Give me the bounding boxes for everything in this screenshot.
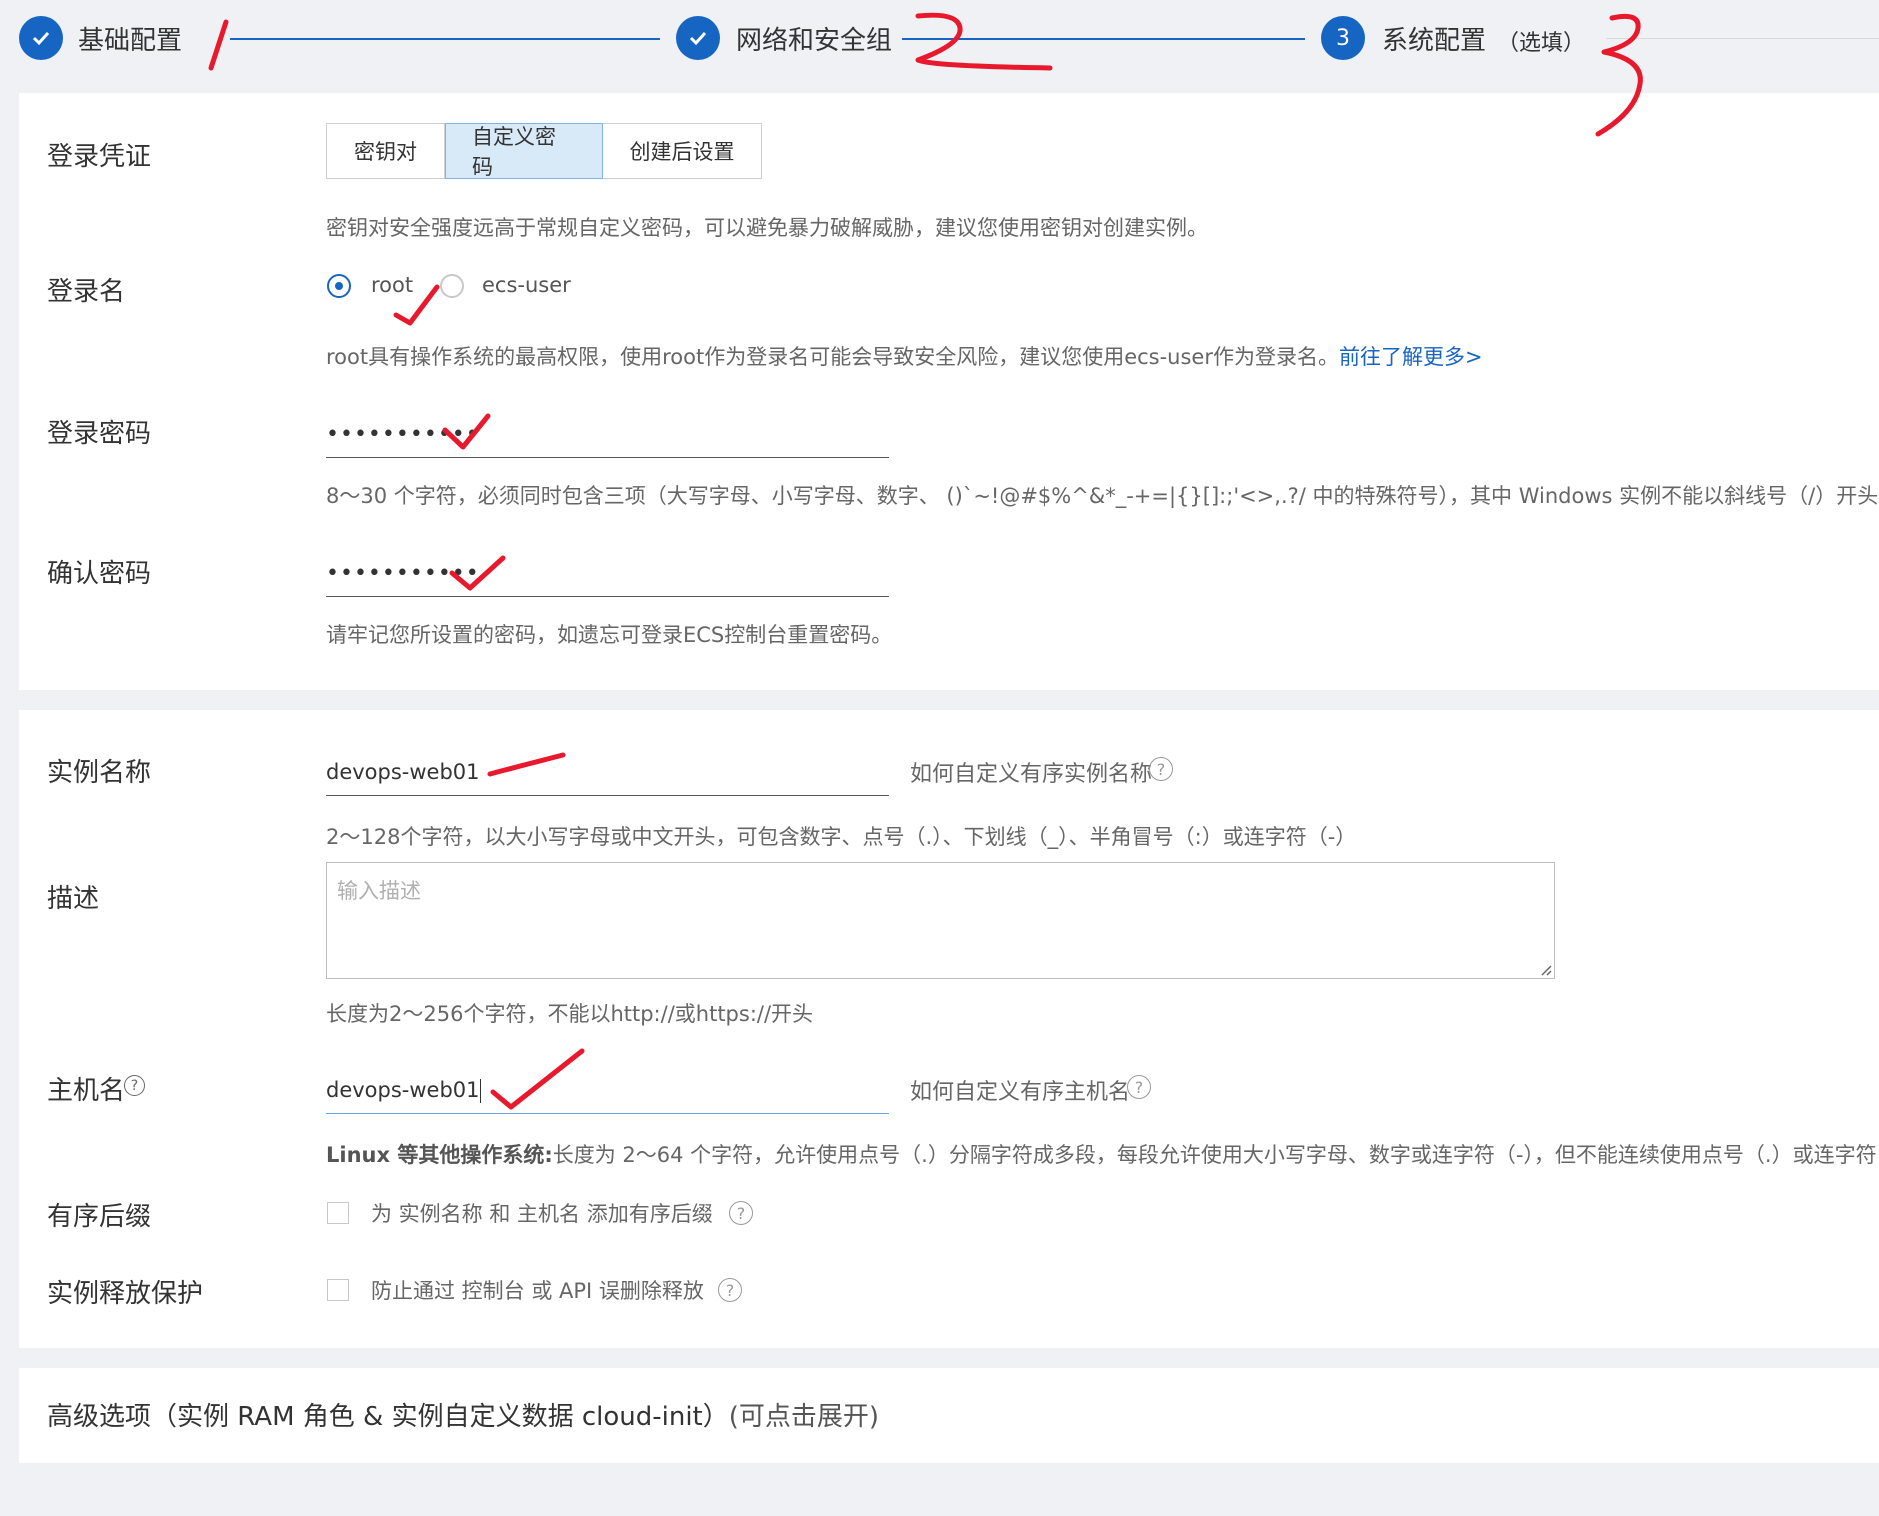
hostname-value: devops-web01 [326,1078,480,1102]
suffix-checkbox-label[interactable]: 为 实例名称 和 主机名 添加有序后缀 [371,1198,713,1228]
text-cursor [479,1079,481,1103]
hostname-input[interactable]: devops-web01 [326,1070,889,1114]
advanced-expand-hint: (可点击展开) [728,1402,880,1432]
step-1-label[interactable]: 基础配置 [78,20,182,57]
step-connector [1606,38,1879,39]
credential-option-custom-password[interactable]: 自定义密码 [445,123,603,179]
hostname-help-icon[interactable]: ? [124,1075,145,1096]
resize-handle-icon[interactable] [1538,962,1552,976]
confirm-password-hint: 请牢记您所设置的密码，如遗忘可登录ECS控制台重置密码。 [326,623,893,647]
password-hint: 8～30 个字符，必须同时包含三项（大写字母、小写字母、数字、 ()`~!@#$… [326,484,1879,508]
username-label: 登录名 [47,277,126,307]
step-3-optional: （选填） [1497,31,1586,56]
step-2-done-icon [676,16,720,60]
step-3-label[interactable]: 系统配置 [1382,20,1486,57]
help-icon[interactable]: ? [729,1201,753,1225]
hostname-label: 主机名 [47,1076,126,1106]
instance-name-help[interactable]: 如何自定义有序实例名称 [910,756,1152,788]
credential-option-keypair[interactable]: 密钥对 [327,124,445,178]
password-label: 登录密码 [47,419,152,449]
hostname-hint: Linux 等其他操作系统:长度为 2～64 个字符，允许使用点号（.）分隔字符… [326,1139,1877,1169]
hostname-hint-text: 长度为 2～64 个字符，允许使用点号（.）分隔字符成多段，每段允许使用大小写字… [552,1143,1877,1167]
release-protect-label: 实例释放保护 [47,1279,204,1309]
step-connector [902,38,1305,40]
help-icon[interactable]: ? [718,1278,742,1302]
step-3-number: 3 [1321,16,1365,60]
release-protect-checkbox[interactable] [327,1279,349,1301]
username-hint-text: root具有操作系统的最高权限，使用root作为登录名可能会导致安全风险，建议您… [326,345,1339,369]
ecs-user-radio-label[interactable]: ecs-user [482,273,571,297]
release-protect-checkbox-label[interactable]: 防止通过 控制台 或 API 误删除释放 [371,1275,704,1305]
confirm-password-label: 确认密码 [47,559,152,589]
description-hint: 长度为2～256个字符，不能以http://或https://开头 [326,1002,814,1026]
credential-hint: 密钥对安全强度远高于常规自定义密码，可以避免暴力破解威胁，建议您使用密钥对创建实… [326,216,1208,240]
ecs-user-radio[interactable] [440,274,464,298]
step-connector [230,38,660,40]
help-icon[interactable]: ? [1127,1075,1151,1099]
confirm-password-input[interactable]: ••••••••••• [326,553,889,597]
credential-segmented: 密钥对 自定义密码 创建后设置 [326,123,762,179]
hostname-help[interactable]: 如何自定义有序主机名 [910,1074,1130,1106]
annotation-number-2 [915,12,1053,71]
root-radio[interactable] [327,274,351,298]
description-placeholder: 输入描述 [337,879,421,903]
instance-name-hint: 2～128个字符，以大小写字母或中文开头，可包含数字、点号（.）、下划线（_）、… [326,825,1357,849]
credential-label: 登录凭证 [47,142,152,172]
login-panel [19,93,1879,690]
annotation-number-1 [208,19,229,71]
hostname-hint-bold: Linux 等其他操作系统: [326,1143,553,1167]
credential-option-later[interactable]: 创建后设置 [603,124,761,178]
suffix-label: 有序后缀 [47,1202,152,1232]
password-input[interactable]: ••••••••••• [326,414,889,458]
instance-name-input[interactable]: devops-web01 [326,752,889,796]
suffix-checkbox[interactable] [327,1202,349,1224]
step-2-label[interactable]: 网络和安全组 [736,20,892,57]
learn-more-link[interactable]: 前往了解更多> [1339,345,1483,369]
advanced-title-text: 高级选项（实例 RAM 角色 & 实例自定义数据 cloud-init） [47,1402,729,1432]
step-1-done-icon [19,16,63,60]
instance-name-label: 实例名称 [47,758,152,788]
instance-panel [19,710,1879,1348]
description-label: 描述 [47,884,100,914]
username-hint: root具有操作系统的最高权限，使用root作为登录名可能会导致安全风险，建议您… [326,341,1483,371]
help-icon[interactable]: ? [1149,757,1173,781]
description-textarea[interactable]: 输入描述 [326,862,1555,979]
root-radio-label[interactable]: root [371,273,413,297]
advanced-title[interactable]: 高级选项（实例 RAM 角色 & 实例自定义数据 cloud-init）(可点击… [47,1396,879,1433]
